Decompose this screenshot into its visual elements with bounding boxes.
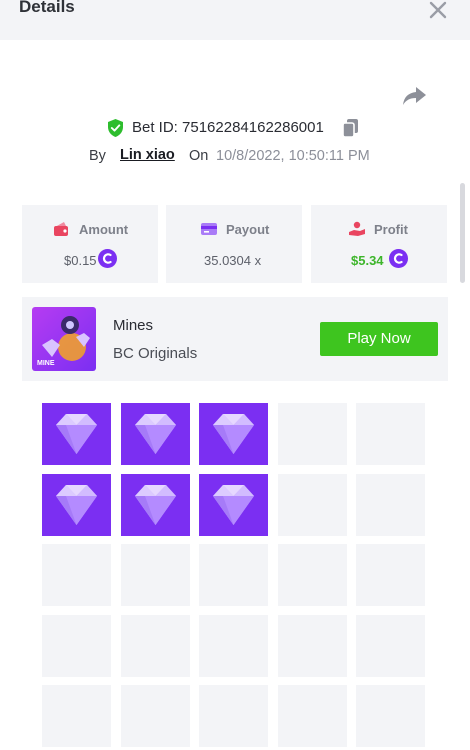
hidden-tile[interactable] — [356, 615, 425, 677]
hidden-tile[interactable] — [356, 403, 425, 465]
payout-label: Payout — [226, 222, 270, 237]
profit-value: $5.34 — [351, 253, 384, 268]
details-header: Details — [0, 0, 470, 40]
gem-icon — [135, 414, 176, 454]
user-link[interactable]: Lin xiao — [120, 147, 175, 163]
hidden-tile[interactable] — [121, 685, 190, 747]
hidden-tile[interactable] — [278, 403, 347, 465]
revealed-gem-tile[interactable] — [42, 474, 111, 536]
payout-card: Payout 35.0304 x — [166, 205, 302, 283]
currency-coin-icon — [389, 249, 408, 268]
profit-hand-icon — [348, 221, 366, 237]
revealed-gem-tile[interactable] — [199, 474, 268, 536]
revealed-gem-tile[interactable] — [121, 474, 190, 536]
hidden-tile[interactable] — [356, 685, 425, 747]
gem-icon — [135, 485, 176, 525]
verified-shield-icon — [107, 119, 124, 137]
hidden-tile[interactable] — [356, 544, 425, 606]
bet-id-row: Bet ID: 75162284162286001 — [0, 117, 470, 139]
game-provider: BC Originals — [113, 345, 198, 362]
copy-icon[interactable] — [342, 118, 360, 138]
play-now-button[interactable]: Play Now — [320, 322, 438, 356]
mines-game-thumbnail[interactable]: MINE — [32, 307, 96, 371]
thumb-text: MINE — [37, 360, 55, 367]
by-label: By — [89, 148, 106, 164]
profit-card: Profit $5.34 — [311, 205, 447, 283]
hidden-tile[interactable] — [278, 685, 347, 747]
hidden-tile[interactable] — [356, 474, 425, 536]
gem-icon — [213, 485, 254, 525]
currency-coin-icon — [98, 249, 117, 268]
revealed-gem-tile[interactable] — [42, 403, 111, 465]
hidden-tile[interactable] — [121, 544, 190, 606]
hidden-tile[interactable] — [278, 474, 347, 536]
hidden-tile[interactable] — [42, 685, 111, 747]
hidden-tile[interactable] — [278, 544, 347, 606]
hidden-tile[interactable] — [199, 544, 268, 606]
gem-icon — [56, 485, 97, 525]
hidden-tile[interactable] — [121, 615, 190, 677]
game-name: Mines — [113, 317, 154, 334]
gem-icon — [213, 414, 254, 454]
page-title: Details — [19, 0, 75, 16]
on-label: On — [189, 148, 209, 164]
hidden-tile[interactable] — [42, 544, 111, 606]
amount-card: Amount $0.15 — [22, 205, 158, 283]
close-icon[interactable] — [426, 0, 450, 22]
profit-label: Profit — [374, 222, 408, 237]
payout-value: 35.0304 x — [204, 253, 262, 268]
hidden-tile[interactable] — [42, 615, 111, 677]
game-card: MINE Mines BC Originals Play Now — [22, 297, 448, 381]
scrollbar[interactable] — [460, 183, 465, 283]
card-icon — [200, 221, 218, 237]
bet-id-text: Bet ID: 75162284162286001 — [132, 119, 324, 136]
hidden-tile[interactable] — [199, 615, 268, 677]
share-icon[interactable] — [402, 84, 428, 108]
bet-timestamp: 10/8/2022, 10:50:11 PM — [216, 148, 370, 164]
hidden-tile[interactable] — [278, 615, 347, 677]
revealed-gem-tile[interactable] — [121, 403, 190, 465]
gem-icon — [56, 414, 97, 454]
wallet-icon — [53, 221, 71, 237]
amount-value: $0.15 — [64, 253, 97, 268]
bet-meta-row: By Lin xiao On 10/8/2022, 10:50:11 PM — [0, 146, 470, 166]
hidden-tile[interactable] — [199, 685, 268, 747]
amount-label: Amount — [79, 222, 129, 237]
revealed-gem-tile[interactable] — [199, 403, 268, 465]
